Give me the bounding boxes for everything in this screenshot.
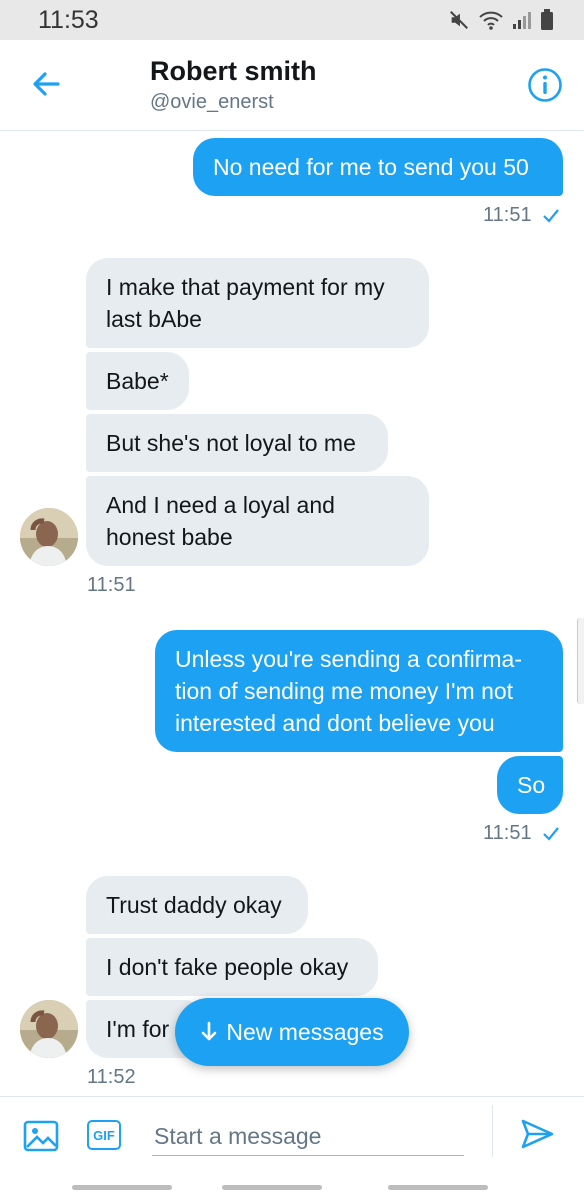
message-timestamp: 11:51 [87,574,136,597]
avatar[interactable] [20,508,78,566]
message-timestamp: 11:51 [483,822,560,845]
contact-handle: @ovie_enerst [150,91,274,113]
timestamp-text: 11:51 [483,822,532,844]
info-icon[interactable] [527,67,563,103]
image-icon[interactable] [22,1117,60,1155]
nav-indicator[interactable] [388,1185,488,1190]
send-icon[interactable] [518,1115,556,1153]
back-arrow-icon[interactable] [28,66,64,102]
battery-icon [541,9,553,30]
nav-indicator[interactable] [72,1185,172,1190]
sent-message[interactable]: So [497,756,563,814]
timestamp-text: 11:52 [87,1066,136,1088]
composer-divider [492,1105,493,1157]
nav-indicator[interactable] [222,1185,322,1190]
mute-icon [450,11,468,29]
new-messages-button[interactable]: New messages [175,998,409,1066]
message-input[interactable] [152,1113,468,1159]
contact-name[interactable]: Robert smith [150,56,317,87]
avatar-photo [20,508,78,566]
received-message[interactable]: Trust daddy okay [86,876,308,934]
timestamp-text: 11:51 [483,204,532,226]
received-message[interactable]: And I need a loyal and honest babe [86,476,429,566]
avatar[interactable] [20,1000,78,1058]
received-message[interactable]: I make that payment for my last bAbe [86,258,429,348]
new-messages-label: New messages [226,1018,384,1045]
conversation-header: Robert smith @ovie_enerst [0,40,584,131]
check-icon [542,826,559,841]
received-message[interactable]: Babe* [86,352,189,410]
status-time: 11:53 [38,5,99,34]
input-underline [152,1155,464,1156]
sent-message[interactable]: Unless you're sending a confirma- tion o… [155,630,563,752]
wifi-icon [479,11,503,30]
message-composer: GIF [0,1096,584,1177]
signal-icon [513,12,531,29]
timestamp-text: 11:51 [87,574,136,596]
status-icons [448,9,554,31]
avatar-photo [20,1000,78,1058]
received-message[interactable]: I don't fake people okay [86,938,378,996]
check-icon [542,208,559,223]
gif-button[interactable]: GIF [87,1120,121,1150]
received-message[interactable]: But she's not loyal to me [86,414,388,472]
status-bar: 11:53 [0,0,584,40]
system-nav-bar [0,1176,584,1200]
message-timestamp: 11:52 [87,1066,136,1089]
sent-message[interactable]: No need for me to send you 50 [193,138,563,196]
arrow-down-icon [202,1021,217,1041]
scrollbar-thumb[interactable] [577,618,584,704]
message-timestamp: 11:51 [483,204,560,227]
